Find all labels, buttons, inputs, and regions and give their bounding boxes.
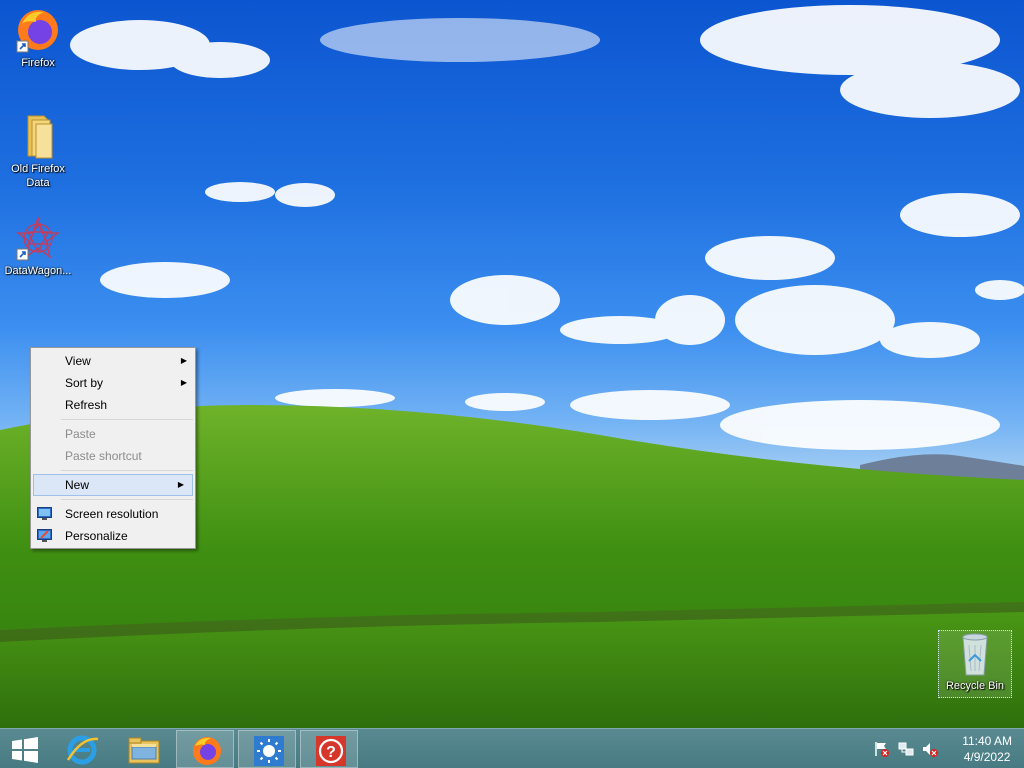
taskbar-help-app[interactable]: ?	[300, 730, 358, 768]
menu-item-label: Paste shortcut	[65, 449, 142, 463]
menu-item-label: Refresh	[65, 398, 108, 412]
desktop-icon-label: Firefox	[21, 57, 55, 69]
desktop-icon-label: Old Firefox Data	[11, 163, 65, 189]
taskbar-file-explorer[interactable]	[114, 730, 172, 768]
desktop-context-menu: View ▶ Sort by ▶ Refresh Paste Paste sho…	[30, 347, 196, 549]
menu-item-refresh[interactable]: Refresh	[31, 394, 195, 416]
taskbar-brightness-app[interactable]	[238, 730, 296, 768]
help-app-icon: ?	[316, 736, 346, 766]
clock-time: 11:40 AM	[962, 734, 1012, 748]
desktop-icon-datawagon[interactable]: DataWagon...	[2, 214, 74, 278]
taskbar-internet-explorer[interactable]	[52, 730, 110, 768]
menu-separator	[61, 419, 193, 420]
clock-date: 4/9/2022	[963, 750, 1011, 764]
desktop-icon-label: Recycle Bin	[945, 680, 1005, 692]
menu-item-personalize[interactable]: Personalize	[31, 525, 195, 547]
menu-item-label: Screen resolution	[65, 507, 159, 521]
screen-resolution-icon	[37, 507, 52, 520]
taskbar-firefox[interactable]	[176, 730, 234, 768]
submenu-arrow-icon: ▶	[180, 378, 187, 387]
volume-muted-icon[interactable]	[922, 741, 938, 757]
internet-explorer-icon	[66, 735, 99, 765]
taskbar: ? 11:40 AM 4/9/2022	[0, 728, 1024, 768]
desktop-icon-firefox[interactable]: Firefox	[2, 6, 74, 70]
menu-item-new[interactable]: New ▶	[33, 474, 193, 496]
menu-separator	[61, 470, 193, 471]
personalize-icon	[37, 529, 52, 542]
menu-item-view[interactable]: View ▶	[31, 350, 195, 372]
start-button[interactable]	[0, 730, 58, 768]
menu-item-paste-shortcut[interactable]: Paste shortcut	[31, 445, 195, 467]
menu-item-label: Personalize	[65, 529, 128, 543]
firefox-icon	[16, 10, 58, 53]
recycle-bin-icon	[962, 633, 988, 676]
windows-logo-icon	[12, 737, 38, 763]
firefox-icon	[193, 737, 221, 765]
folder-icon	[27, 115, 53, 159]
desktop-icon-old-firefox-data[interactable]: Old Firefox Data	[2, 112, 74, 190]
menu-item-sort-by[interactable]: Sort by ▶	[31, 372, 195, 394]
file-explorer-icon	[128, 737, 160, 764]
action-center-flag-icon[interactable]	[874, 741, 890, 757]
desktop-icon-recycle-bin[interactable]: Recycle Bin	[938, 630, 1012, 698]
desktop[interactable]: Firefox Old Firefox Data DataWagon... Re…	[0, 0, 1024, 728]
tray-clock[interactable]: 11:40 AM 4/9/2022	[962, 733, 1012, 765]
menu-item-screen-resolution[interactable]: Screen resolution	[31, 503, 195, 525]
menu-separator	[61, 499, 193, 500]
menu-item-paste[interactable]: Paste	[31, 423, 195, 445]
datawagon-icon	[16, 215, 60, 261]
desktop-icon-label: DataWagon...	[4, 265, 72, 277]
menu-item-label: Paste	[65, 427, 96, 441]
submenu-arrow-icon: ▶	[180, 356, 187, 365]
menu-item-label: View	[65, 354, 91, 368]
network-icon[interactable]	[898, 741, 914, 757]
menu-item-label: Sort by	[65, 376, 104, 390]
menu-item-label: New	[65, 478, 90, 492]
brightness-app-icon	[254, 736, 284, 766]
svg-text:?: ?	[326, 744, 336, 761]
submenu-arrow-icon: ▶	[177, 480, 184, 489]
